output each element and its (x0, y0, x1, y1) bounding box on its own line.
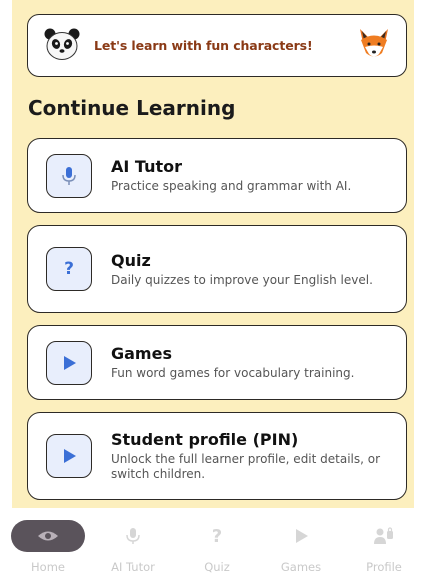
question-mark-icon: ? (46, 247, 92, 291)
banner-text: Let's learn with fun characters! (94, 38, 313, 53)
nav-ai-tutor[interactable]: AI Tutor (93, 510, 173, 575)
bottom-navigation: Home AI Tutor ? Quiz Games Profile (0, 510, 424, 575)
panda-icon (44, 27, 80, 65)
ai-tutor-card[interactable]: AI Tutor Practice speaking and grammar w… (27, 138, 407, 213)
card-subtitle: Practice speaking and grammar with AI. (111, 179, 352, 193)
microphone-icon (46, 153, 92, 198)
play-icon (46, 434, 92, 478)
games-card[interactable]: Games Fun word games for vocabulary trai… (27, 325, 407, 400)
card-title: Student profile (PIN) (111, 430, 299, 449)
profile-icon (347, 520, 421, 552)
nav-label: Quiz (204, 560, 230, 574)
card-title: Quiz (111, 250, 151, 270)
nav-label: Games (280, 560, 322, 574)
nav-games[interactable]: Games (261, 510, 341, 575)
microphone-icon (96, 520, 170, 552)
nav-home[interactable]: Home (8, 510, 88, 575)
nav-label: AI Tutor (111, 560, 155, 574)
nav-label: Profile (366, 560, 402, 574)
quiz-card[interactable]: ? Quiz Daily quizzes to improve your Eng… (27, 225, 407, 313)
nav-profile[interactable]: Profile (344, 510, 424, 575)
card-subtitle: Unlock the full learner profile, edit de… (111, 452, 381, 481)
eye-icon (11, 520, 85, 552)
card-subtitle: Daily quizzes to improve your English le… (111, 272, 373, 287)
student-profile-card[interactable]: Student profile (PIN) Unlock the full le… (27, 412, 407, 500)
play-icon (264, 520, 338, 552)
card-subtitle: Fun word games for vocabulary training. (111, 366, 355, 380)
card-title: Games (111, 344, 172, 363)
app-screen: Let's learn with fun characters! Continu… (12, 0, 414, 508)
card-title: AI Tutor (111, 157, 182, 176)
play-icon (46, 340, 92, 385)
nav-quiz[interactable]: ? Quiz (177, 510, 257, 575)
question-mark-icon: ? (211, 525, 223, 547)
fox-icon (356, 27, 392, 65)
section-title: Continue Learning (28, 96, 236, 120)
nav-label: Home (31, 560, 65, 574)
welcome-banner: Let's learn with fun characters! (27, 14, 407, 77)
